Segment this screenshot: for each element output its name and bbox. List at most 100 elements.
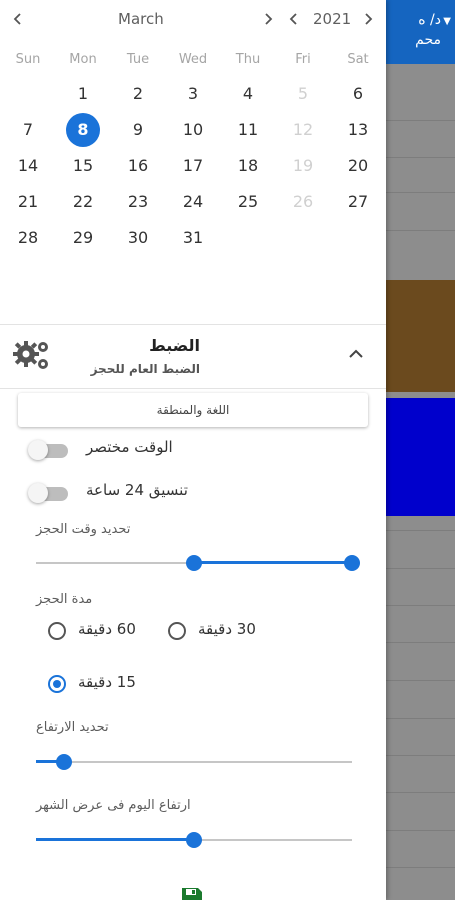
calendar-day[interactable]: 31 — [173, 220, 213, 256]
chevron-up-icon[interactable] — [346, 344, 366, 364]
calendar-day[interactable]: 6 — [338, 76, 378, 112]
slider-track — [36, 838, 194, 841]
short-time-toggle-row: الوقت مختصر — [28, 435, 228, 465]
calendar-day-disabled: 5 — [297, 84, 309, 103]
calendar-day[interactable]: 25 — [228, 184, 268, 220]
weekday-label: Wed — [178, 52, 208, 67]
calendar-day[interactable]: 30 — [118, 220, 158, 256]
calendar-day-selected[interactable]: 8 — [63, 112, 103, 148]
duration-option-label: 30 دقيقة — [198, 620, 256, 638]
header-text-line1: د/ ه — [418, 12, 441, 28]
booking-time-range-slider[interactable] — [36, 553, 360, 573]
background-app: ▼ د/ ه محم — [386, 0, 455, 900]
calendar-day[interactable]: 3 — [173, 76, 213, 112]
calendar-day[interactable]: 20 — [338, 148, 378, 184]
slider-rail — [36, 761, 352, 763]
calendar-day[interactable]: 16 — [118, 148, 158, 184]
slider-thumb[interactable] — [186, 832, 202, 848]
week-row: 14 15 16 17 18 19 20 — [0, 148, 386, 184]
calendar-day[interactable]: 7 — [8, 112, 48, 148]
radio-circle — [48, 675, 66, 693]
header-text-line2: محم — [415, 32, 441, 48]
chevron-right-icon[interactable] — [262, 12, 274, 26]
duration-option-label: 60 دقيقة — [78, 620, 136, 638]
calendar-grid: Sun Mon Tue Wed Thu Fri Sat 1 2 3 4 5 6 … — [0, 48, 386, 256]
calendar-header: March 2021 — [0, 8, 386, 32]
slider-thumb[interactable] — [56, 754, 73, 770]
week-row: 28 29 30 31 — [0, 220, 386, 256]
week-row: 21 22 23 24 25 26 27 — [0, 184, 386, 220]
week-row: 7 8 9 10 11 12 13 — [0, 112, 386, 148]
calendar-day[interactable]: 1 — [63, 76, 103, 112]
weekday-label: Sun — [15, 52, 41, 67]
weekday-label: Sat — [347, 52, 369, 67]
24-hour-label: تنسيق 24 ساعة — [86, 481, 188, 499]
chevron-left-icon[interactable] — [288, 12, 300, 26]
selected-day-label: 8 — [66, 113, 100, 147]
24-hour-toggle-row: تنسيق 24 ساعة — [28, 478, 228, 508]
floppy-disk-icon[interactable] — [180, 886, 204, 900]
toggle-thumb[interactable] — [28, 483, 48, 503]
weekday-row: Sun Mon Tue Wed Thu Fri Sat — [0, 48, 386, 76]
calendar-day-disabled: 12 — [292, 120, 314, 139]
calendar-day[interactable]: 9 — [118, 112, 158, 148]
calendar-day[interactable] — [8, 76, 48, 112]
calendar-day[interactable]: 13 — [338, 112, 378, 148]
duration-option-30[interactable]: 30 دقيقة — [168, 620, 278, 646]
gears-icon — [13, 341, 48, 369]
calendar-day[interactable]: 24 — [173, 184, 213, 220]
divider — [0, 388, 386, 389]
slider-track — [194, 561, 352, 564]
height-label: تحديد الارتفاع — [36, 720, 109, 735]
slider-thumb-end[interactable] — [344, 555, 360, 571]
calendar-day[interactable]: 15 — [63, 148, 103, 184]
background-app-header[interactable]: ▼ د/ ه محم — [386, 0, 455, 64]
calendar-day[interactable]: 11 — [228, 112, 268, 148]
calendar-day[interactable]: 10 — [173, 112, 213, 148]
slider-thumb-start[interactable] — [186, 555, 202, 571]
calendar-day[interactable]: 22 — [63, 184, 103, 220]
radio-circle — [48, 622, 66, 640]
settings-subtitle: الضبط العام للحجز — [90, 362, 200, 376]
month-day-height-label: ارتفاع اليوم فى عرض الشهر — [36, 798, 191, 813]
duration-option-label: 15 دقيقة — [78, 673, 136, 691]
week-row: 1 2 3 4 5 6 — [0, 76, 386, 112]
weekday-label: Thu — [235, 52, 261, 67]
year-label[interactable]: 2021 — [313, 10, 351, 28]
divider — [0, 324, 386, 325]
calendar-day[interactable]: 28 — [8, 220, 48, 256]
month-day-height-slider[interactable] — [36, 830, 352, 850]
month-label[interactable]: March — [118, 10, 164, 28]
dropdown-caret-icon: ▼ — [443, 16, 451, 27]
calendar-day[interactable]: 27 — [338, 184, 378, 220]
height-slider[interactable] — [36, 752, 352, 772]
booking-time-label: تحديد وقت الحجز — [36, 522, 131, 537]
settings-title: الضبط — [149, 336, 200, 355]
duration-option-15[interactable]: 15 دقيقة — [48, 673, 158, 699]
calendar-day[interactable]: 14 — [8, 148, 48, 184]
calendar-day[interactable]: 18 — [228, 148, 268, 184]
duration-label: مدة الحجز — [36, 592, 93, 607]
event-block-brown[interactable] — [386, 280, 455, 392]
settings-header[interactable]: الضبط الضبط العام للحجز — [0, 326, 386, 388]
calendar-day[interactable]: 21 — [8, 184, 48, 220]
radio-circle — [168, 622, 186, 640]
calendar-day-disabled: 19 — [292, 156, 314, 175]
short-time-label: الوقت مختصر — [86, 438, 173, 456]
weekday-label: Mon — [69, 52, 97, 67]
chevron-right-icon[interactable] — [362, 12, 374, 26]
weekday-label: Tue — [126, 52, 150, 67]
calendar-day[interactable]: 17 — [173, 148, 213, 184]
chevron-left-icon[interactable] — [12, 12, 24, 26]
weekday-label: Fri — [295, 52, 311, 67]
calendar-day-disabled: 26 — [292, 192, 314, 211]
calendar-day[interactable]: 2 — [118, 76, 158, 112]
settings-drawer: March 2021 Sun Mon Tue Wed Thu Fri Sat 1… — [0, 0, 386, 900]
toggle-thumb[interactable] — [28, 440, 48, 460]
language-region-button[interactable]: اللغة والمنطقة — [18, 393, 368, 427]
calendar-day[interactable]: 4 — [228, 76, 268, 112]
calendar-day[interactable]: 23 — [118, 184, 158, 220]
calendar-day[interactable]: 29 — [63, 220, 103, 256]
event-block-blue[interactable] — [386, 398, 455, 516]
duration-option-60[interactable]: 60 دقيقة — [48, 620, 158, 646]
